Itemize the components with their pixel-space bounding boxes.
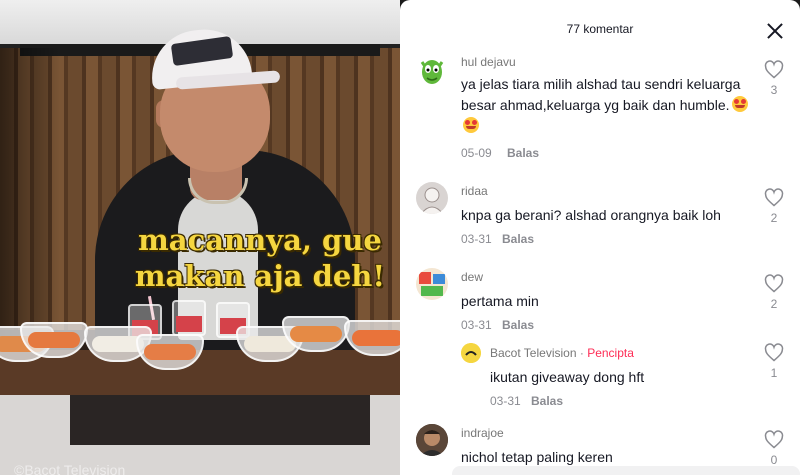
comment-text: ya jelas tiara milih alshad tau sendri k…	[461, 74, 751, 137]
comment-username[interactable]: indrajoe	[461, 426, 504, 440]
smiling-face-with-hearts-icon	[463, 117, 479, 133]
reply-text: ikutan giveaway dong hft	[490, 369, 645, 385]
comment-username[interactable]: ridaa	[461, 184, 488, 198]
like-count: 3	[770, 83, 778, 97]
avatar[interactable]	[416, 54, 448, 86]
reply-button[interactable]: Balas	[502, 318, 534, 332]
like-count: 0	[770, 453, 778, 467]
reply-username: Bacot Television · Pencipta	[490, 346, 634, 360]
video-subtitle: macannya, gue makan aja deh!	[130, 222, 390, 294]
close-icon[interactable]	[766, 22, 784, 40]
comment-input[interactable]	[452, 466, 800, 475]
comment-username[interactable]: hul dejavu	[461, 55, 516, 69]
sketch-avatar-icon	[420, 187, 444, 214]
comment-date: 05-09	[461, 146, 492, 160]
bacot-logo-avatar-icon	[461, 343, 481, 363]
reply-button[interactable]: Balas	[502, 232, 534, 246]
comment-text: knpa ga berani? alshad orangnya baik loh	[461, 207, 721, 223]
subtitle-line-2: makan aja deh!	[134, 259, 386, 293]
reply-button[interactable]: Balas	[507, 146, 539, 160]
comment-username[interactable]: dew	[461, 270, 483, 284]
creator-badge: Pencipta	[587, 346, 634, 360]
green-alien-avatar-icon	[420, 60, 444, 84]
heart-icon[interactable]	[764, 430, 784, 450]
like-count: 2	[770, 297, 778, 311]
comment-count: 77 komentar	[566, 22, 634, 36]
video-watermark: ©Bacot Television	[14, 462, 126, 475]
subtitle-line-1: macannya, gue	[138, 223, 382, 257]
avatar[interactable]	[416, 182, 448, 214]
like-count: 1	[770, 366, 778, 380]
comment-text: nichol tetap paling keren	[461, 449, 613, 465]
avatar[interactable]	[416, 424, 448, 456]
avatar[interactable]	[416, 268, 448, 300]
like-count: 2	[770, 211, 778, 225]
video-player[interactable]: macannya, gue makan aja deh! ©Bacot Tele…	[0, 0, 400, 475]
smiling-face-with-hearts-icon	[731, 96, 748, 112]
avatar[interactable]	[461, 343, 481, 363]
heart-icon[interactable]	[764, 343, 784, 363]
reply-button[interactable]: Balas	[531, 394, 563, 408]
heart-icon[interactable]	[764, 188, 784, 208]
comments-panel: 77 komentar hul dejavu ya jelas tiara mi…	[400, 0, 800, 475]
photo-avatar-icon	[416, 424, 448, 456]
comment-date: 03-31	[461, 318, 492, 332]
drink-glass	[172, 300, 206, 336]
reply-date: 03-31	[490, 394, 521, 408]
sticker-avatar-icon	[416, 268, 448, 300]
heart-icon[interactable]	[764, 274, 784, 294]
heart-icon[interactable]	[764, 60, 784, 80]
comment-date: 03-31	[461, 232, 492, 246]
comment-text: pertama min	[461, 293, 539, 309]
